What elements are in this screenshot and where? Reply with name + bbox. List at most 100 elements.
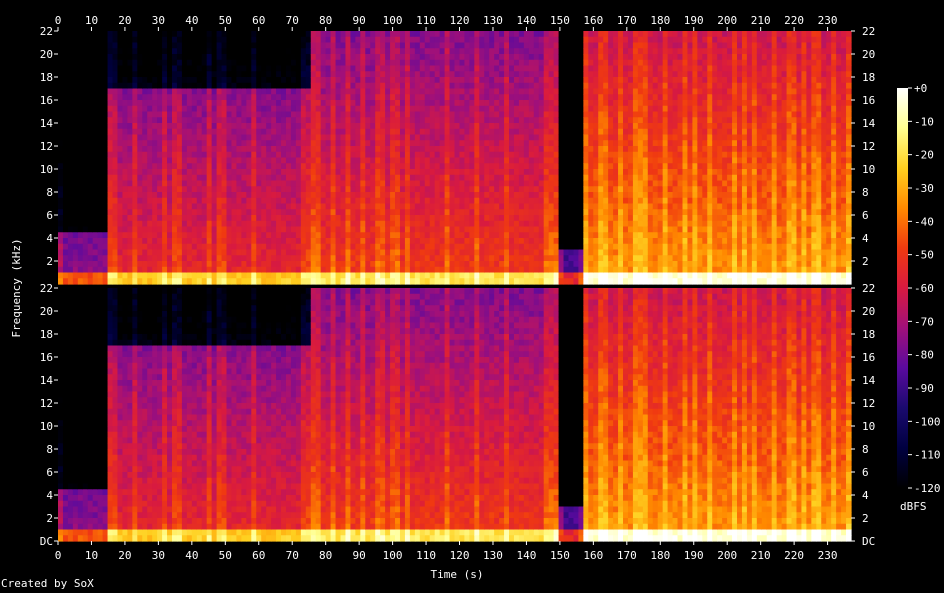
- y-tick-label: 14: [40, 374, 54, 387]
- x-tick-label: 180: [650, 549, 670, 562]
- x-tick-label: 30: [152, 549, 165, 562]
- x-tick-label-top: 100: [383, 14, 403, 27]
- x-tick-label: 50: [219, 549, 232, 562]
- y-tick-label-right: 12: [862, 397, 875, 410]
- y-tick-label-right: 6: [862, 466, 869, 479]
- x-tick-label: 0: [55, 549, 62, 562]
- credit-text: Created by SoX: [1, 577, 94, 590]
- y-axis-label: Frequency (kHz): [10, 238, 23, 337]
- x-tick-label-top: 200: [717, 14, 737, 27]
- x-tick-label-top: 180: [650, 14, 670, 27]
- colorbar: [897, 88, 908, 488]
- x-tick-label: 120: [450, 549, 470, 562]
- y-tick-label: 18: [40, 71, 53, 84]
- y-tick-label: 2: [46, 255, 53, 268]
- y-tick-label-right: 8: [862, 186, 869, 199]
- y-tick-label-right: 22: [862, 282, 875, 295]
- y-tick-label: 18: [40, 328, 53, 341]
- x-tick-label-top: 50: [219, 14, 232, 27]
- y-tick-label-right: DC: [862, 535, 875, 548]
- y-tick-label-right: 20: [862, 48, 875, 61]
- x-tick-label-top: 170: [617, 14, 637, 27]
- colorbar-ticks: +0 -10 -20 -30 -40 -50 -60 -70 -80 -90 -100 -110 -12…: [908, 82, 941, 495]
- channel-1-spectrogram: [58, 31, 852, 285]
- y-tick-label: 12: [40, 397, 53, 410]
- y-tick-label-right: 4: [862, 489, 869, 502]
- x-tick-label-top: 80: [319, 14, 332, 27]
- x-tick-label-top: 130: [483, 14, 503, 27]
- x-tick-label: 70: [286, 549, 299, 562]
- y-tick-label-right: 18: [862, 328, 875, 341]
- y-tick-label: 16: [40, 351, 53, 364]
- y-tick-label-right: 2: [862, 512, 869, 525]
- x-tick-label-top: 190: [684, 14, 704, 27]
- x-tick-label: 190: [684, 549, 704, 562]
- x-tick-label: 100: [383, 549, 403, 562]
- y-tick-label-right: 2: [862, 255, 869, 268]
- x-tick-label-top: 90: [353, 14, 366, 27]
- y-tick-label: 16: [40, 94, 53, 107]
- x-tick-label: 10: [85, 549, 98, 562]
- colorbar-tick-label: -40: [914, 215, 934, 228]
- x-tick-label-top: 70: [286, 14, 299, 27]
- y-tick-label: 8: [46, 443, 53, 456]
- y-tick-label: 4: [46, 232, 53, 245]
- y-tick-label-right: 4: [862, 232, 869, 245]
- y-tick-label: 12: [40, 140, 53, 153]
- colorbar-tick-label: -50: [914, 249, 934, 262]
- colorbar-tick-label: -100: [914, 415, 941, 428]
- y-tick-label: 10: [40, 420, 53, 433]
- y-tick-label-right: 16: [862, 94, 875, 107]
- x-tick-label: 90: [353, 549, 366, 562]
- x-tick-label-top: 60: [252, 14, 265, 27]
- x-tick-label: 200: [717, 549, 737, 562]
- y-tick-label-right: 8: [862, 443, 869, 456]
- x-axis-label: Time (s): [431, 568, 484, 581]
- x-tick-label: 150: [550, 549, 570, 562]
- x-tick-label: 130: [483, 549, 503, 562]
- x-tick-label-top: 10: [85, 14, 98, 27]
- y-tick-label: 6: [46, 466, 53, 479]
- colorbar-tick-label: -30: [914, 182, 934, 195]
- x-tick-label-top: 150: [550, 14, 570, 27]
- x-tick-label-top: 40: [185, 14, 198, 27]
- x-tick-label: 80: [319, 549, 332, 562]
- y-tick-label: 22: [40, 25, 53, 38]
- x-tick-label-top: 120: [450, 14, 470, 27]
- y-tick-label: DC: [40, 535, 53, 548]
- colorbar-tick-label: -110: [914, 449, 941, 462]
- x-tick-label: 110: [416, 549, 436, 562]
- colorbar-tick-label: -90: [914, 382, 934, 395]
- y-tick-label: 4: [46, 489, 53, 502]
- x-tick-label-top: 0: [55, 14, 62, 27]
- y-tick-label-right: 10: [862, 420, 875, 433]
- colorbar-tick-label: -60: [914, 282, 934, 295]
- y-tick-label: 20: [40, 48, 53, 61]
- y-tick-label-right: 14: [862, 117, 876, 130]
- x-tick-label-top: 30: [152, 14, 165, 27]
- x-tick-label-top: 110: [416, 14, 436, 27]
- y-tick-label: 8: [46, 186, 53, 199]
- colorbar-tick-label: -80: [914, 349, 934, 362]
- x-tick-label: 210: [751, 549, 771, 562]
- x-tick-label: 230: [818, 549, 838, 562]
- y-tick-label-right: 10: [862, 163, 875, 176]
- y-tick-label-right: 6: [862, 209, 869, 222]
- x-tick-label: 40: [185, 549, 198, 562]
- y-tick-label-right: 20: [862, 305, 875, 318]
- x-tick-label: 160: [583, 549, 603, 562]
- y-tick-label-right: 18: [862, 71, 875, 84]
- y-tick-label: 6: [46, 209, 53, 222]
- x-tick-label: 20: [118, 549, 131, 562]
- y-tick-label-right: 16: [862, 351, 875, 364]
- y-tick-label-right: 12: [862, 140, 875, 153]
- x-tick-label-top: 140: [517, 14, 537, 27]
- colorbar-tick-label: -120: [914, 482, 941, 495]
- x-tick-label-top: 160: [583, 14, 603, 27]
- y-tick-label-right: 14: [862, 374, 876, 387]
- colorbar-tick-label: -20: [914, 149, 934, 162]
- x-tick-label-top: 210: [751, 14, 771, 27]
- spectrogram-chart: 0 0 10 10 20 20 30 30 40 40 50 50 60 60 70 70 80 80 90 90 10…: [10, 14, 941, 581]
- y-tick-label: 10: [40, 163, 53, 176]
- x-tick-label-top: 220: [784, 14, 804, 27]
